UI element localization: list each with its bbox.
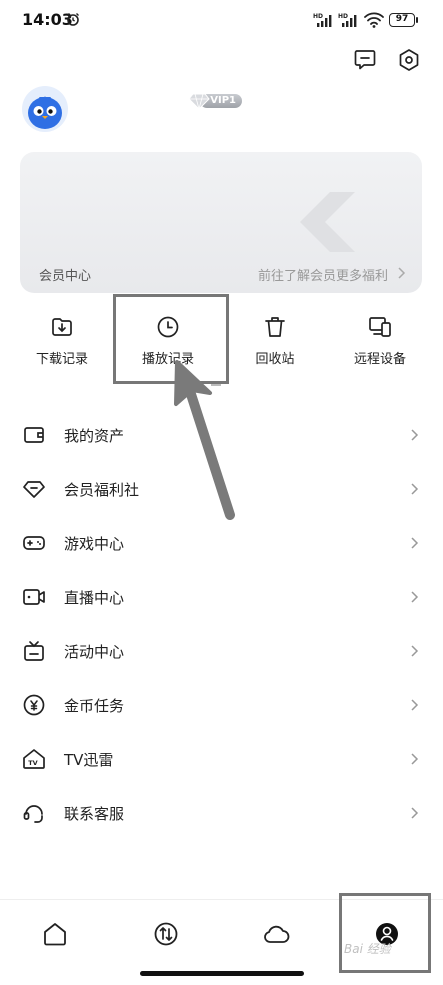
annotation-highlight-box: [113, 294, 229, 384]
settings-icon[interactable]: [396, 47, 422, 73]
menu-label: 游戏中心: [64, 535, 125, 553]
divider: [211, 384, 221, 386]
download-icon: [52, 318, 72, 336]
watermark: Bai 经验: [344, 942, 391, 956]
chevron-right-icon: [411, 645, 419, 657]
svg-text:HD: HD: [313, 13, 323, 20]
coin-icon: [23, 694, 45, 716]
svg-text:TV: TV: [28, 759, 37, 767]
menu-item-assets[interactable]: 我的资产: [0, 408, 443, 462]
quick-label: 远程设备: [353, 352, 406, 367]
devices-icon: [369, 317, 391, 337]
transfer-icon[interactable]: [152, 920, 180, 948]
menu-item-vip-welfare[interactable]: 会员福利社: [0, 462, 443, 516]
wallet-icon: [24, 427, 44, 443]
chevron-right-icon: [411, 753, 419, 765]
chevron-right-icon: [411, 807, 419, 819]
menu-item-customer-service[interactable]: 联系客服: [0, 786, 443, 840]
menu-item-tv-xunlei[interactable]: TV TV迅雷: [0, 732, 443, 786]
tv-home-icon: TV: [23, 749, 45, 769]
vip-member-card[interactable]: 会员中心 前往了解会员更多福利: [20, 152, 422, 293]
quick-remote-devices[interactable]: 远程设备: [330, 314, 430, 367]
menu-item-live-center[interactable]: 直播中心: [0, 570, 443, 624]
chevron-right-icon: [411, 537, 419, 549]
avatar[interactable]: [22, 86, 68, 132]
card-decoration: [300, 192, 355, 252]
diamond-icon: [188, 93, 210, 110]
quick-label: 回收站: [255, 352, 295, 367]
menu-label: TV迅雷: [64, 751, 114, 769]
trash-icon: [265, 317, 285, 337]
chevron-right-icon: [411, 591, 419, 603]
status-bar: 14:03 HD HD 97: [0, 0, 443, 42]
vip-card-label: 会员中心: [39, 269, 92, 284]
video-icon: [23, 589, 45, 605]
cloud-icon[interactable]: [262, 920, 290, 948]
alarm-icon: [67, 13, 79, 26]
chevron-right-icon: [411, 429, 419, 441]
menu-item-coin-tasks[interactable]: 金币任务: [0, 678, 443, 732]
gamepad-icon: [23, 536, 45, 550]
annotation-highlight-box-profile: [339, 893, 431, 973]
home-icon[interactable]: [41, 920, 69, 948]
bird-mascot-icon: [28, 96, 62, 129]
menu-label: 会员福利社: [64, 481, 140, 499]
quick-label: 下载记录: [35, 352, 88, 367]
wifi-icon: [364, 12, 384, 28]
headset-icon: [23, 805, 43, 823]
menu-label: 直播中心: [64, 589, 125, 607]
menu-label: 联系客服: [64, 805, 125, 823]
menu-item-game-center[interactable]: 游戏中心: [0, 516, 443, 570]
vip-card-link[interactable]: 前往了解会员更多福利: [258, 265, 388, 284]
tv-box-icon: [24, 641, 44, 661]
svg-text:HD: HD: [338, 13, 348, 20]
chevron-right-icon: [398, 267, 406, 279]
menu-label: 活动中心: [64, 643, 125, 661]
signal-icon-2: HD: [338, 13, 357, 27]
vip-level-badge: VIP1: [188, 92, 244, 110]
battery-indicator: 97: [389, 13, 418, 27]
message-icon[interactable]: [352, 47, 378, 73]
menu-label: 金币任务: [64, 697, 125, 715]
chevron-right-icon: [411, 699, 419, 711]
gem-icon: [23, 481, 45, 498]
quick-download-history[interactable]: 下载记录: [12, 314, 112, 367]
quick-recycle-bin[interactable]: 回收站: [225, 314, 325, 367]
menu-label: 我的资产: [64, 427, 125, 445]
chevron-right-icon: [411, 483, 419, 495]
signal-icon: HD: [313, 13, 332, 27]
home-indicator[interactable]: [140, 971, 304, 976]
menu-item-activity-center[interactable]: 活动中心: [0, 624, 443, 678]
